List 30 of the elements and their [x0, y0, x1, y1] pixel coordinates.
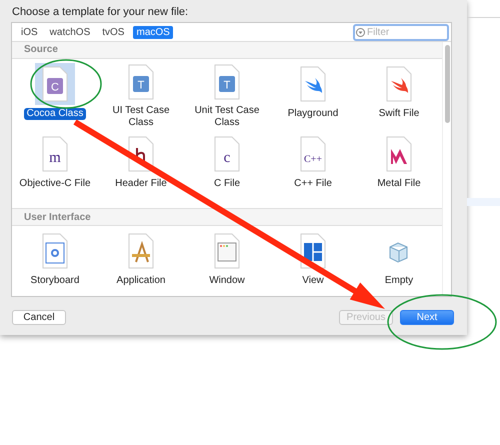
template-label[interactable]: Objective-C File — [16, 178, 94, 190]
section-title: User Interface — [24, 212, 91, 223]
template-label[interactable]: Swift File — [376, 108, 422, 120]
document-icon: C — [40, 66, 70, 102]
document-icon: C++ — [298, 136, 328, 172]
template-label[interactable]: Storyboard — [28, 275, 82, 288]
template-label[interactable]: Cocoa Class — [24, 108, 86, 120]
platform-tab[interactable]: watchOS — [46, 26, 94, 38]
platform-tab[interactable]: macOS — [133, 26, 173, 38]
section-title: Source — [24, 44, 58, 56]
template-label[interactable]: Application — [114, 275, 168, 288]
dialog-title: Choose a template for your new file: — [11, 5, 190, 20]
template-label[interactable]: UI Test Case Class — [98, 104, 184, 129]
template-label[interactable]: Header File — [112, 178, 170, 190]
document-icon: T — [126, 64, 156, 100]
template-label[interactable]: Unit Test Case Class — [184, 104, 270, 129]
template-label[interactable]: Metal File — [374, 178, 424, 190]
template-label[interactable]: C++ File — [291, 178, 335, 190]
template-label[interactable]: Empty — [382, 275, 416, 288]
template-label[interactable]: C File — [210, 178, 244, 190]
document-icon: m — [40, 136, 70, 172]
template-label[interactable]: View — [299, 275, 327, 288]
template-label[interactable]: Window — [206, 275, 248, 288]
cancel-button[interactable]: Cancel — [12, 310, 66, 325]
filter-field[interactable]: Filter — [353, 24, 449, 40]
platform-tab[interactable]: tvOS — [99, 26, 128, 38]
template-label[interactable]: Playground — [284, 108, 342, 120]
document-icon: T — [212, 64, 242, 100]
document-icon: c — [212, 136, 242, 172]
platform-tab[interactable]: iOS — [18, 26, 41, 38]
